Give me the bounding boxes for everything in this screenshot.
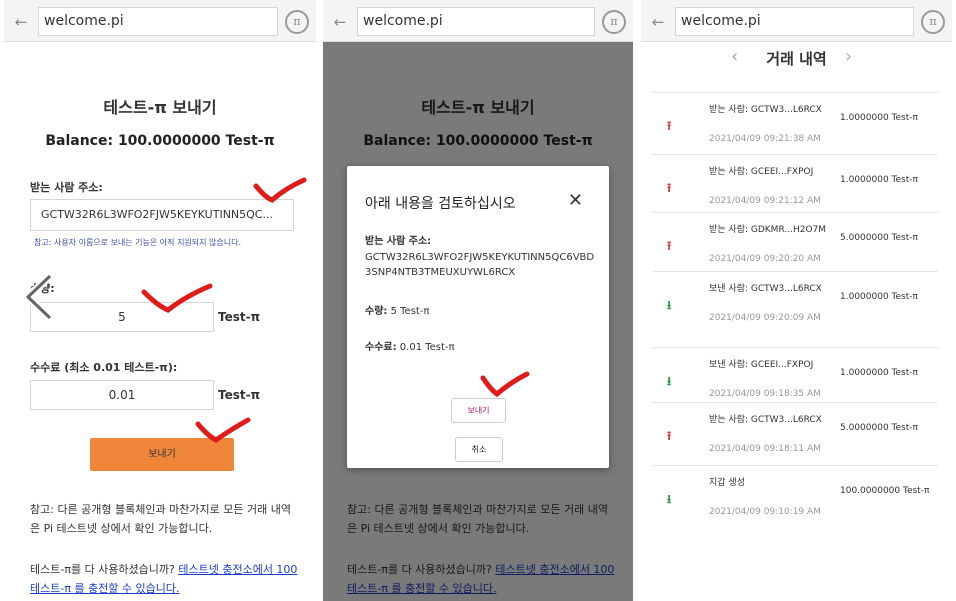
- url-field[interactable]: welcome.pi: [357, 7, 595, 36]
- transaction-row[interactable]: ⭱ 받는 사람: GCTW3...L6RCX 2021/04/09 09:21:38…: [653, 92, 938, 152]
- transaction-row[interactable]: ⭳ 지갑 생성 2021/04/09 09:10:19 AM 100.0000000 …: [653, 465, 938, 525]
- carousel-prev-icon[interactable]: [22, 272, 56, 322]
- transaction-party: 받는 사람: GCTW3...L6RCX: [709, 105, 822, 115]
- next-arrow-icon[interactable]: ›: [845, 46, 852, 67]
- upload-arrow-icon: ⭱: [667, 119, 672, 133]
- transaction-time: 2021/04/09 09:21:12 AM: [709, 196, 821, 206]
- page-title: 테스트-π 보내기: [103, 98, 217, 117]
- annotation-check-icon: [141, 283, 213, 313]
- upload-arrow-icon: ⭱: [667, 239, 672, 253]
- upload-arrow-icon: ⭱: [667, 429, 672, 443]
- faucet-prefix: 테스트-π를 다 사용하셨습니까?: [30, 563, 179, 576]
- transaction-amount: 100.0000000 Test-π: [840, 486, 930, 496]
- back-arrow-icon[interactable]: ←: [647, 11, 669, 33]
- recipient-hint: 참고: 사용자 이름으로 보내는 기능은 아직 지원되지 않습니다.: [34, 238, 242, 247]
- back-arrow-icon[interactable]: ←: [329, 11, 351, 33]
- upload-arrow-icon: ⭱: [667, 181, 672, 195]
- blockchain-note: 참고: 다른 공개형 블록체인과 마찬가지로 모든 거래 내역은 Pi 테스트넷…: [30, 503, 291, 535]
- transaction-amount: 5.0000000 Test-π: [840, 233, 918, 243]
- annotation-check-icon: [480, 371, 530, 398]
- browser-address-bar: ← welcome.pi π: [641, 0, 952, 42]
- pi-browser-icon[interactable]: π: [921, 10, 945, 34]
- browser-address-bar: ← welcome.pi π: [323, 0, 633, 42]
- transaction-time: 2021/04/09 09:20:09 AM: [709, 313, 821, 323]
- dialog-amount: 수량: 5 Test-π: [365, 306, 430, 317]
- transaction-amount: 1.0000000 Test-π: [840, 292, 918, 302]
- transaction-time: 2021/04/09 09:18:35 AM: [709, 389, 821, 399]
- back-arrow-icon[interactable]: ←: [10, 11, 32, 33]
- dialog-recipient-label: 받는 사람 주소:: [365, 236, 432, 247]
- transaction-row[interactable]: ⭱ 받는 사람: GCEEI...FXPOJ 2021/04/09 09:21:12…: [653, 154, 938, 214]
- history-header: ‹ 거래 내역 ›: [641, 46, 952, 72]
- annotation-check-icon: [195, 417, 251, 443]
- amount-unit: Test-π: [218, 310, 261, 324]
- close-icon[interactable]: ✕: [568, 190, 583, 211]
- dialog-fee: 수수료: 0.01 Test-π: [365, 342, 455, 353]
- fee-unit: Test-π: [218, 388, 261, 402]
- transaction-time: 2021/04/09 09:21:38 AM: [709, 134, 821, 144]
- transaction-party: 보낸 사람: GCTW3...L6RCX: [709, 284, 822, 294]
- url-field[interactable]: welcome.pi: [38, 7, 278, 36]
- transaction-row[interactable]: ⭳ 보낸 사람: GCEEI...FXPOJ 2021/04/09 09:18:35…: [653, 347, 938, 407]
- transaction-row[interactable]: ⭱ 받는 사람: GDKMR...H2O7M 2021/04/09 09:20:20…: [653, 212, 938, 272]
- balance-text: Balance: 100.0000000 Test-π: [45, 133, 275, 149]
- dialog-recipient-address: GCTW32R6L3WFO2FJW5KEYKUTINN5QC6VBD3SNP4N…: [365, 252, 595, 278]
- transaction-row[interactable]: ⭱ 받는 사람: GCTW3...L6RCX 2021/04/09 09:18:11…: [653, 402, 938, 462]
- fee-input[interactable]: 0.01: [30, 380, 214, 410]
- transaction-time: 2021/04/09 09:18:11 AM: [709, 444, 821, 454]
- transaction-row[interactable]: ⭳ 보낸 사람: GCTW3...L6RCX 2021/04/09 09:20:09…: [653, 271, 938, 331]
- transaction-party: 보낸 사람: GCEEI...FXPOJ: [709, 360, 814, 370]
- transaction-amount: 5.0000000 Test-π: [840, 423, 918, 433]
- history-title: 거래 내역: [766, 50, 827, 68]
- prev-arrow-icon[interactable]: ‹: [731, 46, 738, 67]
- faucet-note: 테스트-π를 다 사용하셨습니까? 테스트넷 충전소에서 100 테스트-π 를…: [30, 560, 300, 598]
- confirm-send-button[interactable]: 보내기: [451, 398, 506, 423]
- fee-label: 수수료 (최소 0.01 테스트-π):: [30, 361, 178, 374]
- download-arrow-icon: ⭳: [667, 374, 672, 388]
- annotation-check-icon: [253, 177, 307, 203]
- transaction-time: 2021/04/09 09:20:20 AM: [709, 254, 821, 264]
- browser-address-bar: ← welcome.pi π: [4, 0, 316, 42]
- transaction-party: 받는 사람: GCEEI...FXPOJ: [709, 167, 814, 177]
- dialog-title: 아래 내용을 검토하십시오: [365, 196, 516, 212]
- confirm-dialog: 아래 내용을 검토하십시오 ✕ 받는 사람 주소: GCTW32R6L3WFO2…: [347, 166, 609, 468]
- transaction-time: 2021/04/09 09:10:19 AM: [709, 507, 821, 517]
- cancel-button[interactable]: 취소: [455, 437, 503, 462]
- url-field[interactable]: welcome.pi: [675, 7, 914, 36]
- recipient-label: 받는 사람 주소:: [30, 181, 103, 194]
- pi-browser-icon[interactable]: π: [285, 10, 309, 34]
- send-form-screen: ← welcome.pi π 테스트-π 보내기 Balance: 100.00…: [4, 0, 316, 601]
- transaction-party: 받는 사람: GCTW3...L6RCX: [709, 415, 822, 425]
- transaction-party: 지갑 생성: [709, 478, 745, 488]
- confirm-screen: ← welcome.pi π 테스트-π 보내기 Balance: 100.00…: [323, 0, 633, 601]
- transaction-party: 받는 사람: GDKMR...H2O7M: [709, 225, 827, 235]
- pi-browser-icon[interactable]: π: [602, 10, 626, 34]
- download-arrow-icon: ⭳: [667, 298, 672, 312]
- download-arrow-icon: ⭳: [667, 492, 672, 506]
- transaction-amount: 1.0000000 Test-π: [840, 368, 918, 378]
- transaction-amount: 1.0000000 Test-π: [840, 113, 918, 123]
- transaction-amount: 1.0000000 Test-π: [840, 175, 918, 185]
- history-screen: ← welcome.pi π ‹ 거래 내역 › ⭱ 받는 사람: GCTW3..…: [641, 0, 952, 601]
